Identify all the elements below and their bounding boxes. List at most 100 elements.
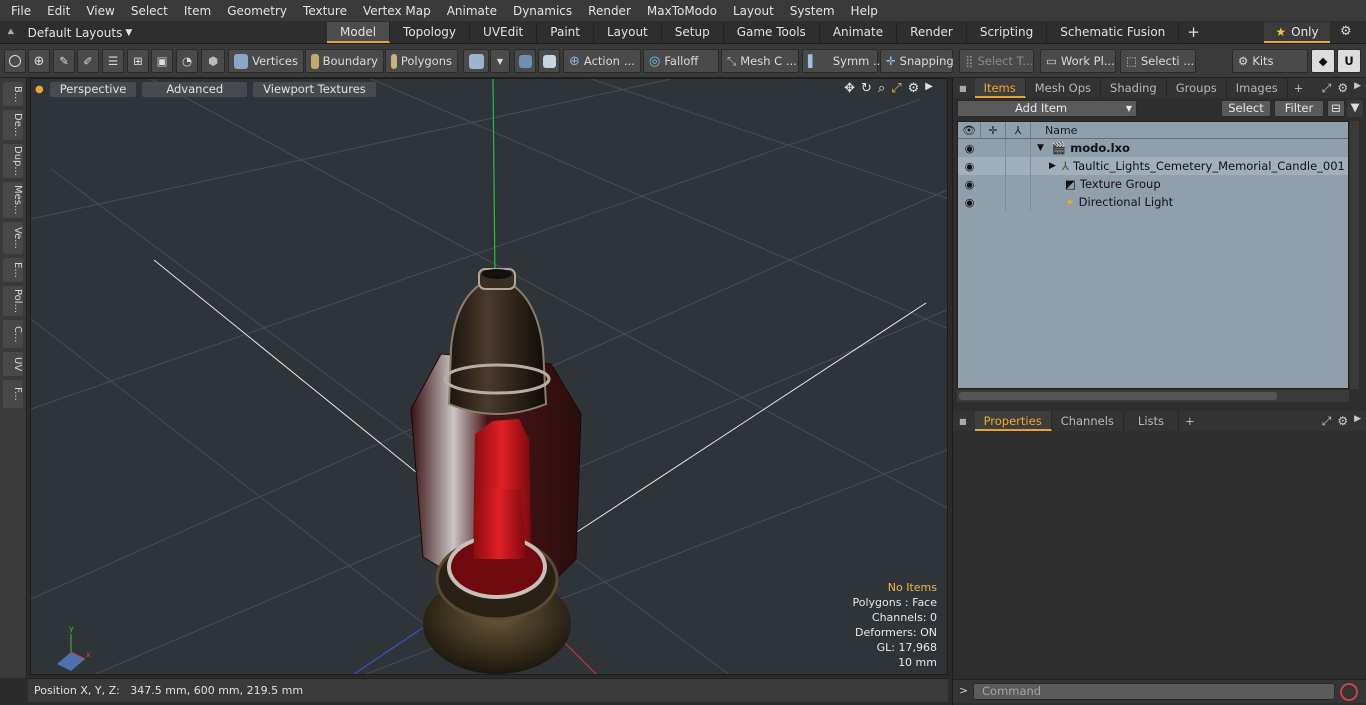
lock-column-icon[interactable]: ✛ — [981, 122, 1006, 138]
expand-icon[interactable]: ⤢ — [1322, 81, 1332, 96]
mesh-constraint-button[interactable]: ⤡ Mesh C ... — [721, 49, 799, 73]
pan-icon[interactable]: ✥ — [844, 81, 855, 96]
menu-layout[interactable]: Layout — [725, 4, 782, 18]
visibility-eye-icon[interactable]: ◉ — [958, 178, 981, 191]
selection-sets-button[interactable]: ⬚ Selecti ... — [1120, 49, 1196, 73]
add-tab-plus-icon[interactable]: + — [1179, 22, 1208, 43]
tab-topology[interactable]: Topology — [390, 22, 471, 43]
tab-channels[interactable]: Channels — [1052, 411, 1124, 431]
menu-edit[interactable]: Edit — [39, 4, 78, 18]
gear-icon[interactable]: ⚙ — [1340, 24, 1352, 39]
tab-scripting[interactable]: Scripting — [967, 22, 1048, 43]
item-mode-button[interactable] — [463, 49, 489, 73]
action-center-button[interactable]: ⊕ Action... — [563, 49, 641, 73]
snapping-button[interactable]: ✛ Snapping — [880, 49, 954, 73]
components-button[interactable] — [538, 49, 560, 73]
tree-row-texture-group[interactable]: ◉ ◩ Texture Group — [958, 175, 1348, 193]
tab-properties[interactable]: Properties — [974, 411, 1052, 431]
visibility-eye-icon[interactable]: ◉ — [958, 142, 981, 155]
props-menu-dot-icon[interactable]: ■ — [959, 417, 967, 426]
layouts-dropdown[interactable]: ⯅ Default Layouts ▼ — [6, 24, 132, 41]
add-panel-tab-icon[interactable]: + — [1288, 78, 1310, 98]
kits-button[interactable]: ⚙ Kits — [1232, 49, 1308, 73]
strip-tab-curve[interactable]: C... — [3, 320, 23, 348]
globe-button[interactable]: ⊕ — [28, 49, 50, 73]
strip-tab-mesh[interactable]: Mes... — [3, 182, 23, 218]
panel-arrow-icon[interactable]: ▶ — [1354, 81, 1361, 96]
polygons-button[interactable]: Polygons — [385, 49, 458, 73]
name-column-header[interactable]: Name — [1031, 122, 1348, 138]
unreal-button[interactable]: U — [1337, 49, 1361, 73]
select-through-button[interactable]: ⣿ Select T... — [959, 49, 1034, 73]
add-item-button[interactable]: Add Item ▼ — [957, 100, 1137, 117]
viewport-menu-dot-icon[interactable]: ● — [35, 84, 44, 95]
expand-arrow-icon[interactable]: ▼ — [1037, 143, 1044, 153]
tab-layout[interactable]: Layout — [594, 22, 662, 43]
maximize-icon[interactable]: ⤢ — [891, 81, 901, 96]
layout-up-icon[interactable]: ⯅ — [6, 25, 16, 40]
add-props-tab-icon[interactable]: + — [1179, 411, 1201, 431]
filter-funnel-button[interactable]: ▼ — [1347, 100, 1363, 117]
menu-item[interactable]: Item — [176, 4, 219, 18]
center-tool-button[interactable]: ⊞ — [127, 49, 149, 73]
panel-gear-icon[interactable]: ⚙ — [1337, 81, 1348, 96]
tab-model[interactable]: Model — [327, 22, 391, 43]
visibility-eye-icon[interactable]: ◉ — [958, 160, 981, 173]
tab-groups[interactable]: Groups — [1167, 78, 1227, 98]
tab-lists[interactable]: Lists — [1124, 411, 1180, 431]
shield-button[interactable]: ⬢ — [201, 49, 225, 73]
tab-uvedit[interactable]: UVEdit — [470, 22, 538, 43]
tab-setup[interactable]: Setup — [662, 22, 724, 43]
item-list-horizontal-scrollbar[interactable] — [957, 390, 1349, 402]
3d-viewport[interactable]: y x ● Perspective Advanced Viewport Text… — [30, 78, 948, 675]
tree-row-scene[interactable]: ◉ ▼ 🎬 modo.lxo — [958, 139, 1348, 157]
materials-button[interactable] — [514, 49, 536, 73]
tab-mesh-ops[interactable]: Mesh Ops — [1026, 78, 1102, 98]
tree-row-mesh[interactable]: ◉ ▶ ⅄ Taultic_Lights_Cemetery_Memorial_C… — [958, 157, 1348, 175]
strip-tab-basic[interactable]: B... — [3, 82, 23, 106]
menu-view[interactable]: View — [78, 4, 122, 18]
vertices-button[interactable]: Vertices — [228, 49, 304, 73]
menu-geometry[interactable]: Geometry — [219, 4, 295, 18]
menu-system[interactable]: System — [782, 4, 843, 18]
menu-file[interactable]: File — [3, 4, 39, 18]
strip-tab-polygon[interactable]: Pol... — [3, 286, 23, 316]
only-toggle[interactable]: ★ Only — [1264, 22, 1330, 43]
props-arrow-icon[interactable]: ▶ — [1354, 414, 1361, 429]
menu-vertex-map[interactable]: Vertex Map — [355, 4, 439, 18]
tab-schematic-fusion[interactable]: Schematic Fusion — [1047, 22, 1180, 43]
tree-row-light[interactable]: ◉ ✦ Directional Light — [958, 193, 1348, 211]
visibility-column-eye-icon[interactable]: 👁 — [958, 122, 981, 138]
panel-menu-dot-icon[interactable]: ■ — [959, 84, 967, 93]
type-column-icon[interactable]: ⅄ — [1006, 122, 1031, 138]
menu-dynamics[interactable]: Dynamics — [505, 4, 580, 18]
command-input[interactable]: Command — [973, 683, 1335, 700]
tab-game-tools[interactable]: Game Tools — [724, 22, 820, 43]
visibility-eye-icon[interactable]: ◉ — [958, 196, 981, 209]
brush-tool-button[interactable]: ✐ — [77, 49, 99, 73]
pie-tool-button[interactable]: ◔ — [176, 49, 198, 73]
strip-tab-duplicate[interactable]: Dup... — [3, 144, 23, 178]
strip-tab-fusion[interactable]: F... — [3, 380, 23, 408]
tab-shading[interactable]: Shading — [1101, 78, 1167, 98]
boundary-button[interactable]: Boundary — [305, 49, 384, 73]
strip-tab-edge[interactable]: E... — [3, 258, 23, 282]
menu-animate[interactable]: Animate — [439, 4, 505, 18]
menu-texture[interactable]: Texture — [295, 4, 355, 18]
snap-box-button[interactable]: ▣ — [151, 49, 173, 73]
filter-button[interactable]: Filter — [1274, 100, 1324, 117]
props-expand-icon[interactable]: ⤢ — [1322, 414, 1332, 429]
select-button[interactable]: Select — [1221, 100, 1271, 117]
strip-tab-vertex[interactable]: Ve... — [3, 222, 23, 254]
menu-select[interactable]: Select — [123, 4, 176, 18]
viewport-gear-icon[interactable]: ⚙ — [908, 81, 920, 96]
work-plane-button[interactable]: ▭ Work Pl... — [1040, 49, 1116, 73]
strip-tab-deform[interactable]: De... — [3, 110, 23, 140]
falloff-button[interactable]: ◎ Falloff — [643, 49, 719, 73]
strip-tab-uv[interactable]: UV — [3, 352, 23, 376]
circle-select-button[interactable] — [4, 49, 26, 73]
tab-render[interactable]: Render — [897, 22, 967, 43]
item-list-vertical-scrollbar[interactable] — [1350, 121, 1359, 389]
collapse-arrow-icon[interactable]: ▶ — [1049, 161, 1056, 171]
menu-render[interactable]: Render — [580, 4, 639, 18]
